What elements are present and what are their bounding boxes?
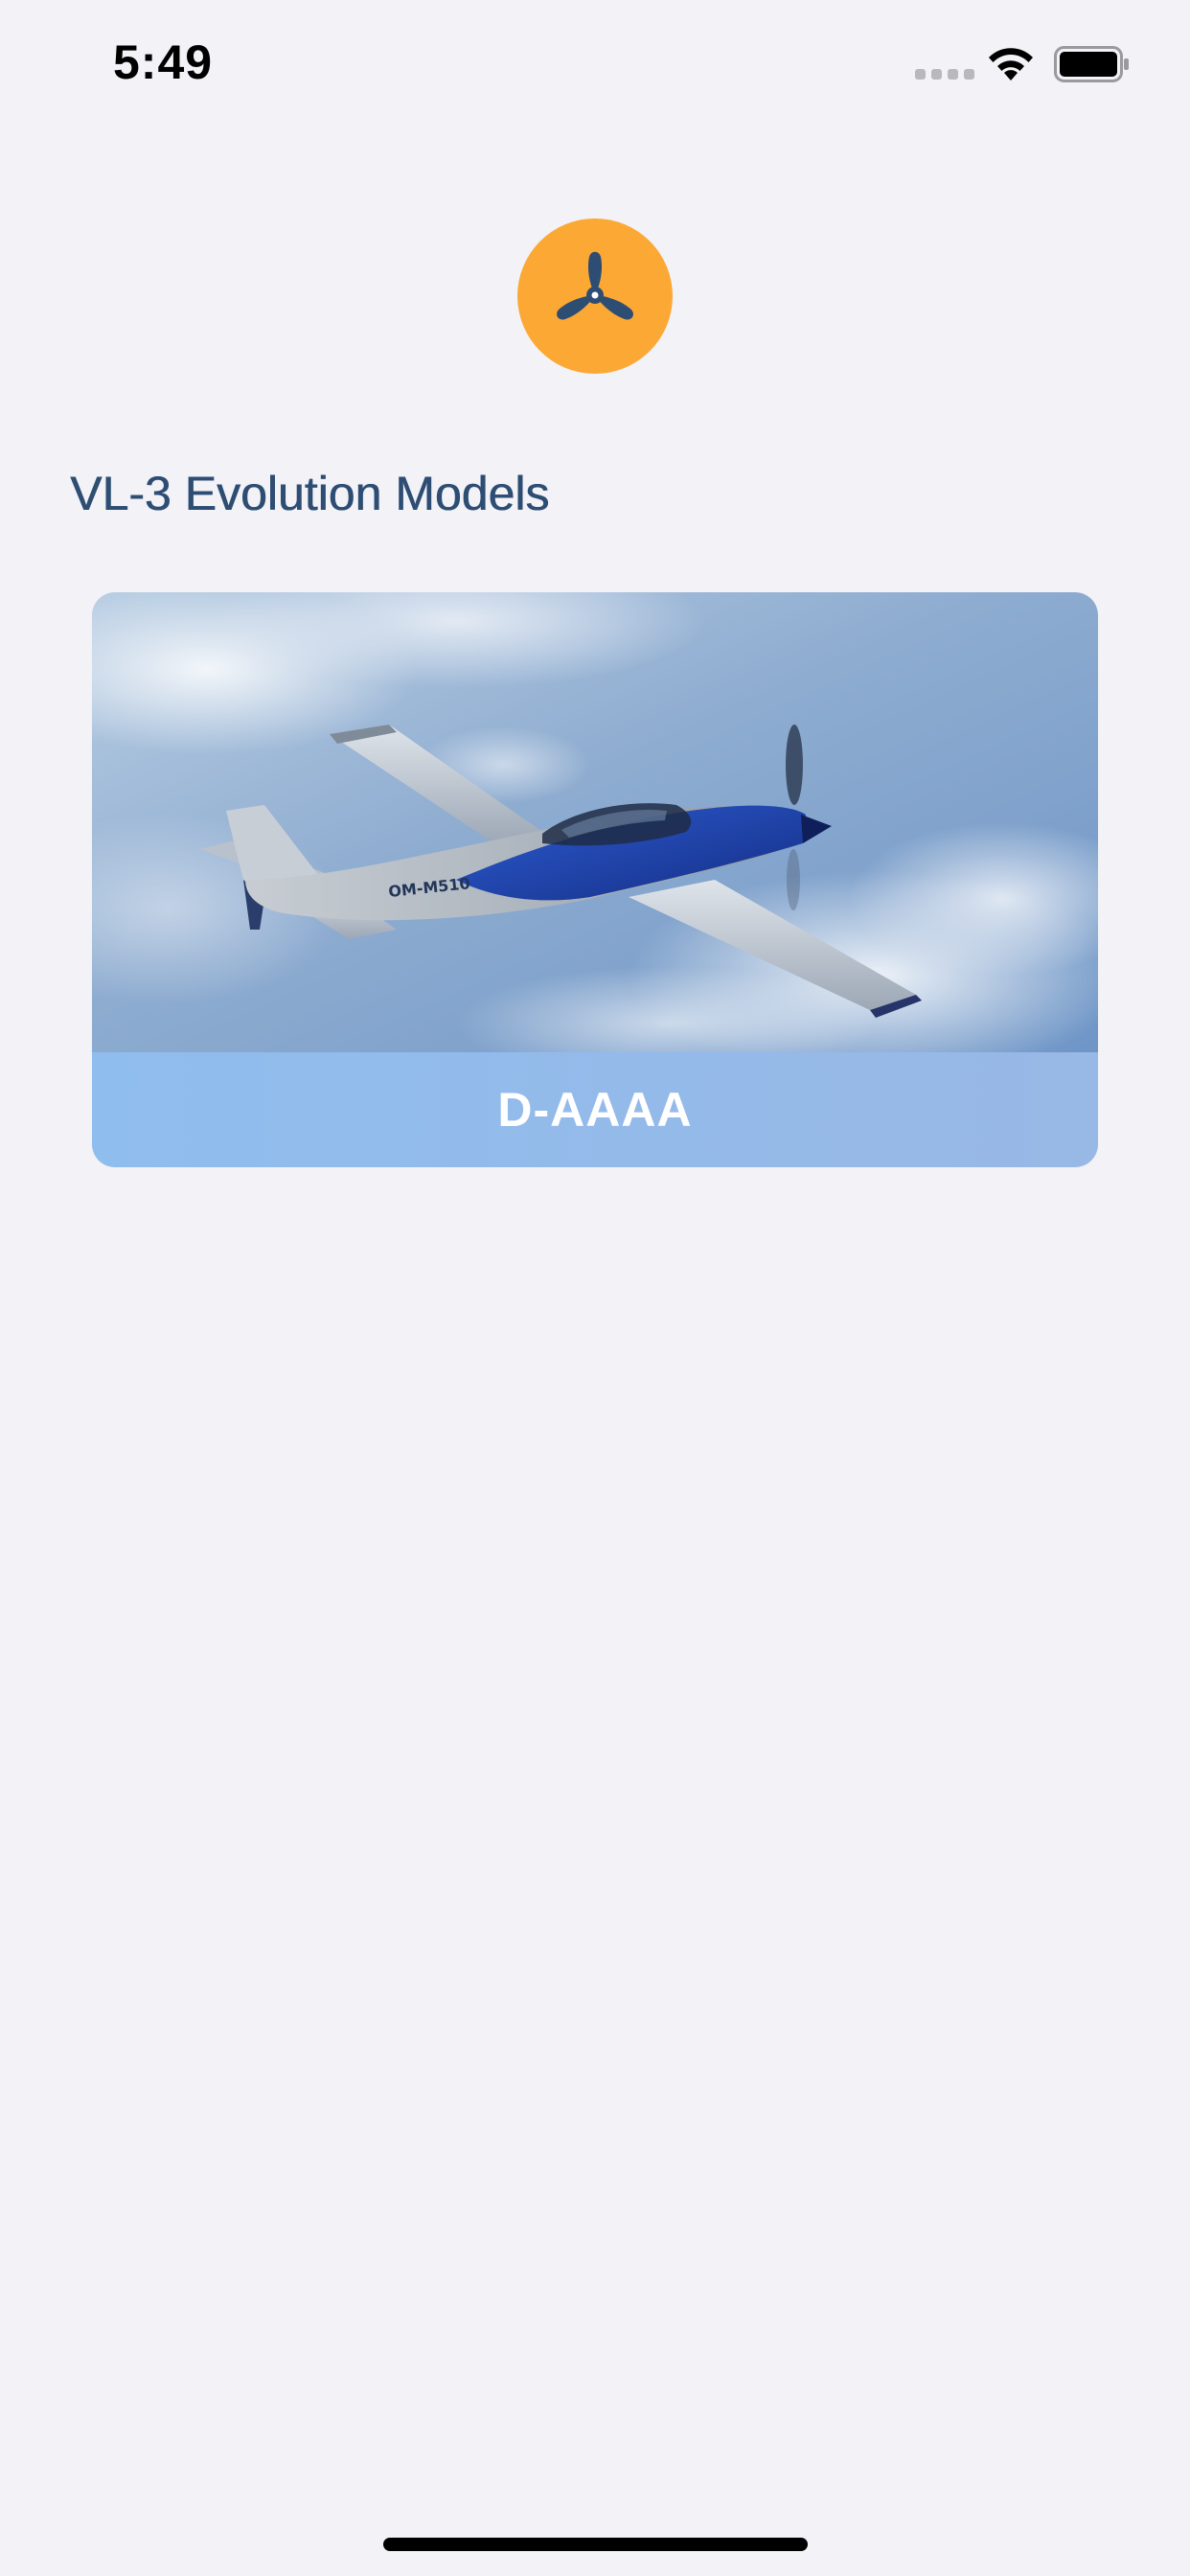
- aircraft-registration: D-AAAA: [497, 1083, 693, 1137]
- home-indicator[interactable]: [383, 2538, 808, 2551]
- aircraft-photo: OM-M510: [92, 592, 1098, 1052]
- cellular-signal-icon: [915, 69, 974, 80]
- battery-icon: [1054, 46, 1129, 82]
- status-bar: 5:49: [0, 0, 1190, 126]
- status-time: 5:49: [113, 35, 214, 89]
- section-title: VL-3 Evolution Models: [70, 467, 550, 520]
- app-logo: [517, 218, 673, 374]
- aircraft-card[interactable]: OM-M510 D-AAAA: [92, 592, 1098, 1167]
- propeller-icon: [557, 251, 633, 320]
- aircraft-caption: D-AAAA: [92, 1052, 1098, 1167]
- wifi-icon: [989, 48, 1033, 80]
